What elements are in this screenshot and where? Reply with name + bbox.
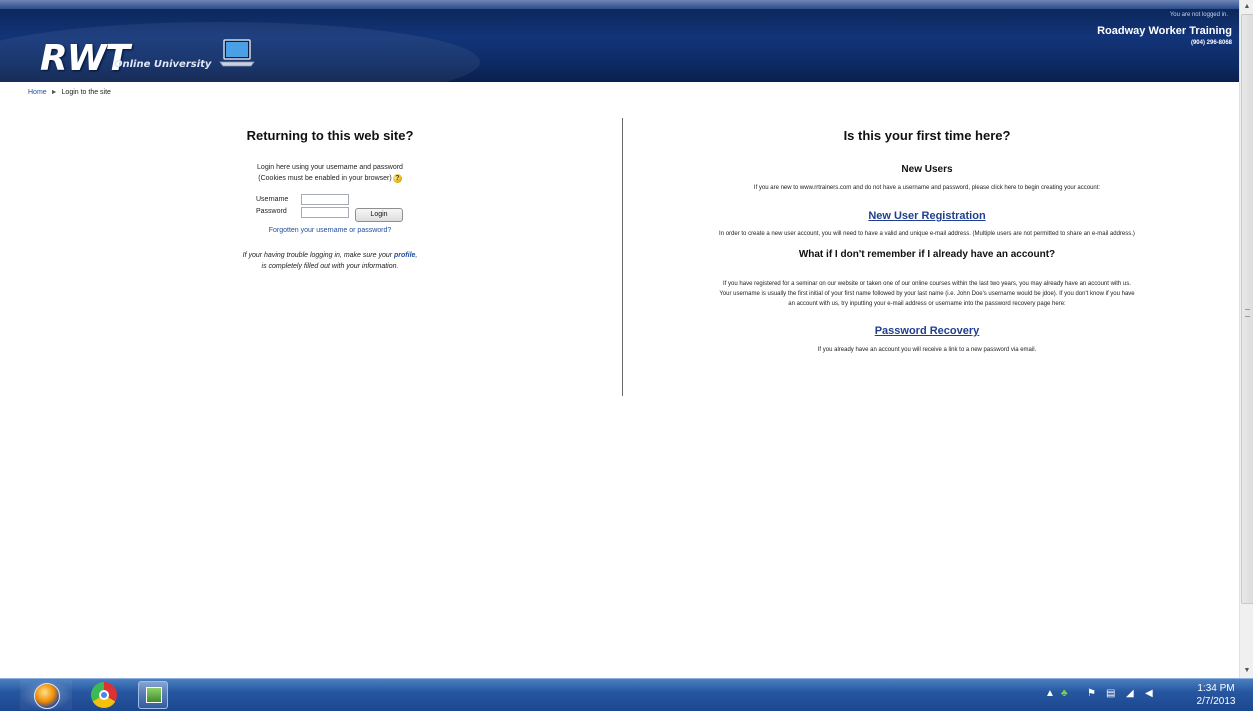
breadcrumb-separator-icon: ► xyxy=(50,89,58,96)
registration-link-wrap: New User Registration xyxy=(632,206,1222,224)
scroll-grip-icon xyxy=(1245,309,1250,317)
login-help-line1: If your having trouble logging in, make … xyxy=(200,250,460,261)
action-center-flag-icon[interactable]: ⚑ xyxy=(1087,688,1096,699)
login-button[interactable]: Login xyxy=(355,208,403,222)
remember-text-line2: Your username is usually the first initi… xyxy=(719,291,1135,297)
start-button[interactable] xyxy=(20,680,72,710)
password-input[interactable] xyxy=(301,207,349,218)
page-scrollbar[interactable]: ▲ ▼ xyxy=(1239,0,1253,678)
login-status: You are not logged in. xyxy=(1169,12,1228,18)
login-intro: Login here using your username and passw… xyxy=(200,162,460,184)
password-recovery-link[interactable]: Password Recovery xyxy=(875,325,980,337)
column-divider xyxy=(622,118,623,396)
first-time-title: Is this your first time here? xyxy=(843,128,1011,143)
scroll-up-arrow-icon[interactable]: ▲ xyxy=(1240,0,1253,14)
company-name: Roadway Worker Training xyxy=(1097,25,1232,37)
chrome-icon[interactable] xyxy=(91,682,117,708)
picture-icon xyxy=(146,687,162,703)
header-top-strip xyxy=(0,0,1239,9)
tray-network-app-icon[interactable]: ♣ xyxy=(1061,688,1068,699)
volume-icon[interactable]: ◀ xyxy=(1145,688,1153,699)
breadcrumb: Home ► Login to the site xyxy=(28,89,111,96)
forgot-password-link[interactable]: Forgotten your username or password? xyxy=(200,227,460,234)
site-logo-subtitle: Online University xyxy=(114,59,212,70)
password-label: Password xyxy=(256,208,287,215)
clock-time[interactable]: 1:34 PM xyxy=(1193,683,1239,694)
taskbar-app-icon[interactable] xyxy=(138,681,168,709)
scroll-down-arrow-icon[interactable]: ▼ xyxy=(1240,664,1253,678)
display-icon[interactable]: ▤ xyxy=(1106,688,1115,699)
remember-heading: What if I don't remember if I already ha… xyxy=(798,249,1056,260)
signal-icon[interactable]: ◢ xyxy=(1126,688,1134,699)
profile-link[interactable]: profile xyxy=(394,252,415,259)
login-intro-line2-wrap: (Cookies must be enabled in your browser… xyxy=(200,173,460,184)
company-phone: (904) 296-8068 xyxy=(1190,40,1232,46)
tray-expand-icon[interactable]: ▲ xyxy=(1045,688,1055,699)
new-users-text: If you are new to www.rrtrainers.com and… xyxy=(753,185,1101,191)
new-user-registration-link[interactable]: New User Registration xyxy=(868,210,985,222)
login-intro-line2: (Cookies must be enabled in your browser… xyxy=(258,175,392,182)
login-help-text: If your having trouble logging in, make … xyxy=(242,252,393,259)
remember-text-line1: If you have registered for a seminar on … xyxy=(723,281,1131,287)
username-label: Username xyxy=(256,196,289,203)
recovery-link-wrap: Password Recovery xyxy=(632,321,1222,339)
username-input[interactable] xyxy=(301,194,349,205)
remember-text-line3: an account with us, try inputting your e… xyxy=(788,301,1066,307)
breadcrumb-home-link[interactable]: Home xyxy=(28,89,47,96)
scroll-thumb[interactable] xyxy=(1241,14,1253,604)
login-help-comma: , xyxy=(415,252,418,259)
help-icon[interactable]: ? xyxy=(392,173,402,183)
new-users-heading: New Users xyxy=(901,164,953,175)
email-note: In order to create a new user account, y… xyxy=(719,231,1135,237)
laptop-icon xyxy=(219,39,255,67)
site-header: RWT Online University You are not logged… xyxy=(0,0,1239,82)
breadcrumb-current: Login to the site xyxy=(61,89,111,96)
recovery-note: If you already have an account you will … xyxy=(817,347,1037,353)
login-help-line2: is completely filled out with your infor… xyxy=(261,263,399,270)
login-intro-line1: Login here using your username and passw… xyxy=(257,164,403,171)
remember-text: If you have registered for a seminar on … xyxy=(632,279,1222,309)
login-help-note: If your having trouble logging in, make … xyxy=(200,250,460,272)
login-title: Returning to this web site? xyxy=(246,128,414,143)
clock-date[interactable]: 2/7/2013 xyxy=(1193,696,1239,707)
firefox-icon xyxy=(34,683,60,709)
